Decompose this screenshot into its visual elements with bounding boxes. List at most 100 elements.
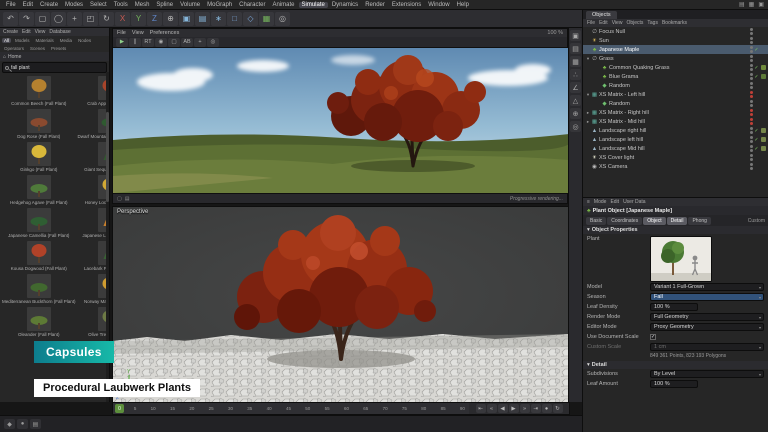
section-detail[interactable]: ▾ Detail (583, 361, 768, 369)
render-visibility-dot[interactable] (750, 41, 753, 44)
asset-item[interactable]: Honey Locust (Fall Plant) (77, 174, 109, 207)
polygons-mode-icon[interactable]: △ (570, 95, 581, 106)
enable-checkmark-icon[interactable]: ✓ (753, 74, 760, 80)
object-name[interactable]: Landscape Mid hill (598, 146, 748, 152)
object-name[interactable]: Grass (598, 56, 748, 62)
enable-checkmark-icon[interactable]: ✓ (753, 146, 760, 152)
render-canvas[interactable] (113, 48, 569, 193)
render-visibility-dot[interactable] (750, 167, 753, 170)
object-row[interactable]: ▾ ▦ XS Matrix - Left hill (583, 90, 768, 99)
enable-axis-icon[interactable]: ⊕ (570, 108, 581, 119)
start-ipr-icon[interactable]: ▶ (116, 38, 128, 47)
material-swatch[interactable] (761, 137, 766, 142)
season-dropdown[interactable]: Fall (650, 293, 764, 301)
render-settings-icon[interactable]: ∗ (211, 12, 226, 26)
material-swatch[interactable] (761, 47, 766, 52)
plant-preview-thumbnail[interactable] (650, 236, 712, 282)
object-name[interactable]: Landscape left hill (598, 137, 748, 143)
move-tool-icon[interactable]: + (67, 12, 82, 26)
object-row[interactable]: ♣ Japanese Maple ✓ (583, 45, 768, 54)
custom-button[interactable]: Custom (748, 218, 765, 224)
material-swatch[interactable] (761, 146, 766, 151)
render-visibility-dot[interactable] (750, 122, 753, 125)
object-row[interactable]: ◉ XS Camera (583, 162, 768, 171)
menu-item[interactable]: Extensions (389, 2, 424, 8)
undo-icon[interactable]: ↶ (3, 12, 18, 26)
object-name[interactable]: Landscape right hill (598, 128, 748, 134)
object-row[interactable]: ♣ Common Quaking Grass ✓ (583, 63, 768, 72)
attribute-tab[interactable]: Detail (667, 217, 688, 225)
material-swatch[interactable] (761, 74, 766, 79)
object-row[interactable]: ▲ Landscape Mid hill ✓ (583, 144, 768, 153)
visibility-toggles[interactable] (750, 109, 753, 116)
object-name[interactable]: Blue Grama (608, 74, 748, 80)
collapse-arrow-icon[interactable]: ▾ (587, 362, 590, 368)
viewport-label[interactable]: Perspective (117, 209, 148, 215)
menu-item[interactable]: Create (37, 2, 61, 8)
object-menu-item[interactable]: Objects (626, 20, 643, 26)
menu-item[interactable]: Render (362, 2, 388, 8)
asset-item[interactable]: Ginkgo (Fall Plant) (1, 141, 77, 174)
snap-icon[interactable]: ◎ (570, 121, 581, 132)
editor-mode-dropdown[interactable]: Proxy Geometry (650, 323, 764, 331)
asset-menu-item[interactable]: Edit (22, 29, 31, 35)
editor-visibility-dot[interactable] (750, 118, 753, 121)
mograph-icon[interactable]: ▦ (259, 12, 274, 26)
render-view-icon[interactable]: ▣ (179, 12, 194, 26)
primitive-cube-icon[interactable]: □ (227, 12, 242, 26)
attribute-menu-item[interactable]: Mode (594, 199, 607, 205)
editor-visibility-dot[interactable] (750, 82, 753, 85)
edges-mode-icon[interactable]: ∠ (570, 82, 581, 93)
scale-tool-icon[interactable]: ◰ (83, 12, 98, 26)
next-key-button[interactable]: » (520, 404, 530, 413)
asset-menu-item[interactable]: Database (49, 29, 70, 35)
workplane-icon[interactable]: ▦ (570, 56, 581, 67)
material-swatch[interactable] (761, 128, 766, 133)
leaf-amount-input[interactable]: 100 % (650, 380, 698, 388)
visibility-toggles[interactable] (750, 163, 753, 170)
asset-item[interactable]: Japanese Larch (Fall Plant) (77, 207, 109, 240)
object-name[interactable]: XS Matrix - Mid hill (598, 119, 748, 125)
asset-item[interactable]: Crab Apple (Fall Plant) (77, 75, 109, 108)
editor-visibility-dot[interactable] (750, 28, 753, 31)
asset-type-tab[interactable]: Models (13, 38, 32, 43)
menu-item[interactable]: MoGraph (204, 2, 235, 8)
visibility-toggles[interactable] (750, 100, 753, 107)
asset-category-tab[interactable]: Scenes (28, 46, 47, 51)
material-swatch[interactable] (761, 155, 766, 160)
menu-item[interactable]: Volume (177, 2, 203, 8)
rotate-tool-icon[interactable]: ↻ (99, 12, 114, 26)
menu-item[interactable]: Mesh (132, 2, 153, 8)
attribute-tab[interactable]: Object (643, 217, 665, 225)
breadcrumb[interactable]: ⌂ Home (0, 52, 109, 61)
object-name[interactable]: Focus Null (598, 29, 748, 35)
coordinate-system-icon[interactable]: ⊕ (163, 12, 178, 26)
material-swatch[interactable] (761, 92, 766, 97)
previous-key-button[interactable]: « (487, 404, 497, 413)
asset-type-tab[interactable]: Nodes (76, 38, 93, 43)
asset-item[interactable]: Lacebark Pine (Fall Plant) (77, 240, 109, 273)
editor-visibility-dot[interactable] (750, 109, 753, 112)
previous-frame-button[interactable]: ◀ (498, 404, 508, 413)
visibility-toggles[interactable] (750, 118, 753, 125)
asset-search[interactable] (2, 62, 107, 73)
render-mode-dropdown[interactable]: Full Geometry (650, 313, 764, 321)
object-name[interactable]: XS Cover light (598, 155, 748, 161)
go-to-end-button[interactable]: ⇥ (531, 404, 541, 413)
rectangle-select-icon[interactable]: ▢ (35, 12, 50, 26)
object-row[interactable]: ◆ Random (583, 99, 768, 108)
object-row[interactable]: ☀ XS Cover light (583, 153, 768, 162)
leaf-density-input[interactable]: 100 % (650, 303, 698, 311)
section-object-properties[interactable]: ▾ Object Properties (583, 226, 768, 234)
object-row[interactable]: ∅ Focus Null (583, 27, 768, 36)
tab-objects[interactable]: Objects (586, 11, 617, 19)
asset-category-tab[interactable]: Operators (2, 46, 26, 51)
asset-menu-item[interactable]: Create (3, 29, 18, 35)
rt-mode-button[interactable]: RT (142, 38, 154, 47)
model-dropdown[interactable]: Variant 1 Full-Grown (650, 283, 764, 291)
history-icon[interactable]: ▤ (125, 196, 130, 202)
autokey-icon[interactable]: ● (17, 419, 28, 429)
object-name[interactable]: Random (608, 83, 748, 89)
enable-checkmark-icon[interactable]: ✓ (753, 137, 760, 143)
render-zoom-level[interactable]: 100 % (547, 30, 563, 36)
